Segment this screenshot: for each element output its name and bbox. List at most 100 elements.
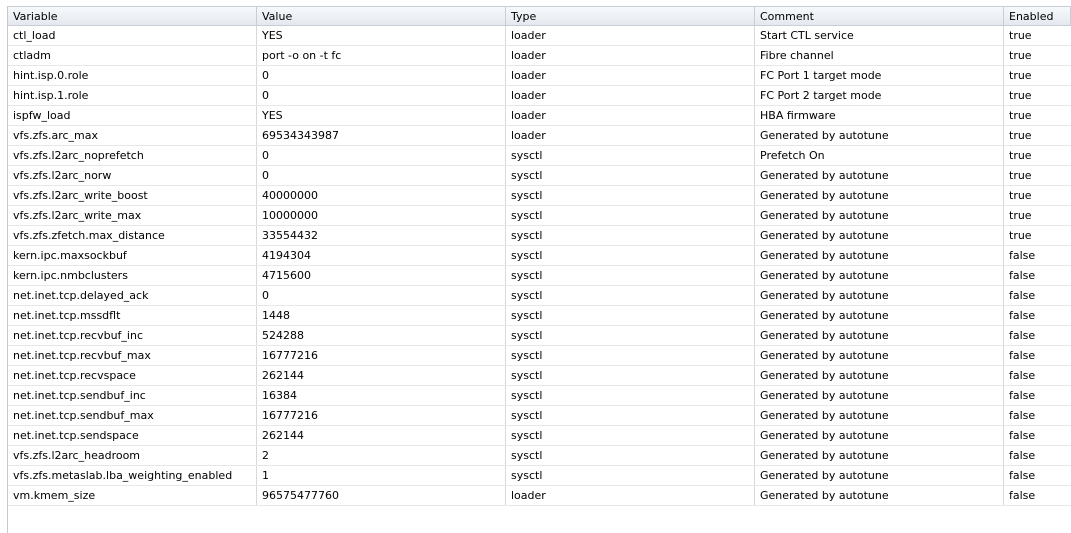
table-row[interactable]: kern.ipc.maxsockbuf 4194304 sysctl Generate…: [8, 246, 1071, 266]
cell-enabled: false: [1009, 369, 1036, 382]
cell-type: sysctl: [506, 166, 755, 185]
cell-comment: Generated by autotune: [755, 426, 1004, 445]
cell-variable: net.inet.tcp.sendbuf_inc: [8, 386, 257, 405]
table-row[interactable]: hint.isp.1.role 0 loader FC Port 2 target m…: [8, 86, 1071, 106]
cell-comment: Fibre channel: [755, 46, 1004, 65]
table-row[interactable]: net.inet.tcp.recvbuf_max 16777216 sysctl Ge…: [8, 346, 1071, 366]
cell-comment: Generated by autotune: [755, 226, 1004, 245]
cell-value: 262144: [257, 366, 506, 385]
cell-enabled: true: [1009, 49, 1032, 62]
grid-body: ctl_load YES loader Start CTL service true ct…: [8, 26, 1071, 506]
cell-enabled: false: [1009, 269, 1036, 282]
cell-variable: kern.ipc.maxsockbuf: [8, 246, 257, 265]
table-row[interactable]: vfs.zfs.l2arc_norw 0 sysctl Generated by au…: [8, 166, 1071, 186]
cell-enabled: false: [1009, 389, 1036, 402]
cell-variable: net.inet.tcp.mssdflt: [8, 306, 257, 325]
table-row[interactable]: vfs.zfs.zfetch.max_distance 33554432 sysct…: [8, 226, 1071, 246]
cell-enabled: false: [1009, 449, 1036, 462]
cell-type: sysctl: [506, 326, 755, 345]
cell-comment: Start CTL service: [755, 26, 1004, 45]
cell-comment: FC Port 2 target mode: [755, 86, 1004, 105]
table-row[interactable]: net.inet.tcp.sendspace 262144 sysctl Genera…: [8, 426, 1071, 446]
cell-comment: Generated by autotune: [755, 186, 1004, 205]
table-row[interactable]: ispfw_load YES loader HBA firmware true: [8, 106, 1071, 126]
cell-comment: Generated by autotune: [755, 466, 1004, 485]
cell-comment: FC Port 1 target mode: [755, 66, 1004, 85]
cell-type: loader: [506, 26, 755, 45]
cell-comment: Generated by autotune: [755, 166, 1004, 185]
cell-comment: Generated by autotune: [755, 326, 1004, 345]
table-row[interactable]: vfs.zfs.l2arc_write_boost 40000000 sysctl G…: [8, 186, 1071, 206]
cell-value: YES: [257, 26, 506, 45]
cell-comment: HBA firmware: [755, 106, 1004, 125]
cell-value: 10000000: [257, 206, 506, 225]
cell-enabled: false: [1009, 309, 1036, 322]
cell-enabled: false: [1009, 469, 1036, 482]
cell-type: sysctl: [506, 306, 755, 325]
table-row[interactable]: kern.ipc.nmbclusters 4715600 sysctl Generat…: [8, 266, 1071, 286]
grid-header-row: Variable Value Type Comment Enabled: [8, 6, 1071, 26]
cell-value: 4715600: [257, 266, 506, 285]
table-row[interactable]: vfs.zfs.l2arc_noprefetch 0 sysctl Prefetch …: [8, 146, 1071, 166]
cell-type: sysctl: [506, 246, 755, 265]
table-row[interactable]: vfs.zfs.arc_max 69534343987 loader Generate…: [8, 126, 1071, 146]
cell-variable: vfs.zfs.l2arc_write_boost: [8, 186, 257, 205]
cell-value: 16777216: [257, 346, 506, 365]
cell-type: sysctl: [506, 266, 755, 285]
table-row[interactable]: vm.kmem_size 96575477760 loader Generated b…: [8, 486, 1071, 506]
cell-type: sysctl: [506, 366, 755, 385]
cell-variable: hint.isp.0.role: [8, 66, 257, 85]
cell-comment: Generated by autotune: [755, 406, 1004, 425]
cell-type: sysctl: [506, 146, 755, 165]
cell-variable: ispfw_load: [8, 106, 257, 125]
cell-value: 0: [257, 166, 506, 185]
column-header-variable[interactable]: Variable: [8, 7, 257, 25]
table-row[interactable]: net.inet.tcp.delayed_ack 0 sysctl Generated…: [8, 286, 1071, 306]
table-row[interactable]: vfs.zfs.metaslab.lba_weighting_enabled 1 s…: [8, 466, 1071, 486]
table-row[interactable]: hint.isp.0.role 0 loader FC Port 1 target m…: [8, 66, 1071, 86]
cell-variable: vfs.zfs.l2arc_headroom: [8, 446, 257, 465]
cell-type: loader: [506, 66, 755, 85]
table-row[interactable]: net.inet.tcp.sendbuf_max 16777216 sysctl Ge…: [8, 406, 1071, 426]
cell-comment: Generated by autotune: [755, 486, 1004, 505]
cell-enabled: true: [1009, 149, 1032, 162]
cell-value: 2: [257, 446, 506, 465]
cell-type: sysctl: [506, 186, 755, 205]
table-row[interactable]: net.inet.tcp.recvspace 262144 sysctl Genera…: [8, 366, 1071, 386]
cell-variable: kern.ipc.nmbclusters: [8, 266, 257, 285]
cell-comment: Prefetch On: [755, 146, 1004, 165]
column-header-type[interactable]: Type: [506, 7, 755, 25]
cell-value: 0: [257, 86, 506, 105]
table-row[interactable]: net.inet.tcp.recvbuf_inc 524288 sysctl Gene…: [8, 326, 1071, 346]
cell-value: 16384: [257, 386, 506, 405]
cell-type: sysctl: [506, 466, 755, 485]
table-row[interactable]: net.inet.tcp.mssdflt 1448 sysctl Generated …: [8, 306, 1071, 326]
cell-enabled: true: [1009, 29, 1032, 42]
cell-comment: Generated by autotune: [755, 386, 1004, 405]
cell-comment: Generated by autotune: [755, 126, 1004, 145]
cell-enabled: false: [1009, 489, 1036, 502]
cell-enabled: true: [1009, 129, 1032, 142]
table-row[interactable]: ctladm port -o on -t fc loader Fibre channe…: [8, 46, 1071, 66]
table-row[interactable]: ctl_load YES loader Start CTL service true: [8, 26, 1071, 46]
column-header-enabled[interactable]: Enabled: [1004, 7, 1071, 25]
column-header-comment[interactable]: Comment: [755, 7, 1004, 25]
cell-type: sysctl: [506, 226, 755, 245]
cell-enabled: true: [1009, 229, 1032, 242]
cell-value: 262144: [257, 426, 506, 445]
table-row[interactable]: vfs.zfs.l2arc_write_max 10000000 sysctl Gen…: [8, 206, 1071, 226]
table-row[interactable]: net.inet.tcp.sendbuf_inc 16384 sysctl Gener…: [8, 386, 1071, 406]
cell-comment: Generated by autotune: [755, 446, 1004, 465]
table-row[interactable]: vfs.zfs.l2arc_headroom 2 sysctl Generated b…: [8, 446, 1071, 466]
cell-enabled: false: [1009, 329, 1036, 342]
cell-variable: ctl_load: [8, 26, 257, 45]
column-header-value[interactable]: Value: [257, 7, 506, 25]
cell-value: 1448: [257, 306, 506, 325]
cell-value: 96575477760: [257, 486, 506, 505]
cell-type: sysctl: [506, 446, 755, 465]
cell-comment: Generated by autotune: [755, 206, 1004, 225]
cell-variable: net.inet.tcp.sendbuf_max: [8, 406, 257, 425]
cell-variable: vfs.zfs.metaslab.lba_weighting_enabled: [8, 466, 257, 485]
cell-enabled: true: [1009, 109, 1032, 122]
cell-variable: vfs.zfs.arc_max: [8, 126, 257, 145]
